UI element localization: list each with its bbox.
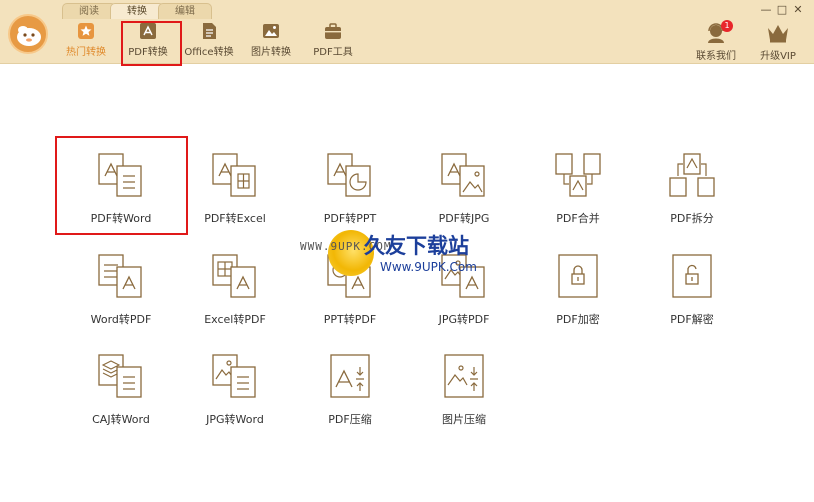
excel-to-pdf-icon (212, 254, 256, 298)
feature-label: PDF拆分 (670, 212, 714, 225)
feature-excel-to-pdf[interactable]: Excel转PDF (175, 253, 295, 327)
highlight-box (55, 136, 188, 235)
pdf-to-ppt-icon (327, 153, 371, 197)
caj-to-word-icon (98, 354, 142, 398)
upgrade-vip-button[interactable]: 升级VIP (756, 22, 800, 62)
pdf-to-excel-icon (212, 153, 256, 197)
close-button[interactable]: ✕ (790, 3, 806, 16)
feature-pdf-to-ppt[interactable]: PDF转PPT (290, 152, 410, 226)
app-logo (8, 14, 48, 54)
feature-pdf-split[interactable]: PDF拆分 (632, 152, 752, 226)
jpg-to-word-icon (212, 354, 256, 398)
logo-mascot-icon (17, 26, 41, 46)
toolbar-label: Office转换 (184, 47, 234, 58)
feature-label: CAJ转Word (92, 413, 150, 426)
feature-pdf-merge[interactable]: PDF合并 (518, 152, 638, 226)
feature-pdf-to-jpg[interactable]: PDF转JPG (404, 152, 524, 226)
crown-icon (768, 25, 788, 43)
image-compress-icon (444, 354, 484, 398)
toolbar-office-convert[interactable]: Office转换 (179, 22, 239, 62)
feature-label: PPT转PDF (323, 313, 377, 326)
feature-label: PDF解密 (670, 313, 714, 326)
toolbar-pdf-tools[interactable]: PDF工具 (303, 22, 363, 62)
feature-label: PDF转Excel (204, 212, 266, 225)
split-icon (669, 153, 715, 197)
tab-edit[interactable]: 编辑 (158, 3, 212, 19)
feature-label: 图片压缩 (442, 413, 486, 426)
contact-us-button[interactable]: 1 联系我们 (694, 20, 738, 62)
watermark-url-right: Www.9UPK.Com (380, 260, 477, 274)
feature-label: PDF合并 (556, 212, 600, 225)
watermark: WWW.9UPK.COM 久友下载站 Www.9UPK.Com (300, 228, 510, 284)
star-icon (78, 23, 94, 39)
word-to-pdf-icon (98, 254, 142, 298)
feature-label: PDF转JPG (438, 212, 490, 225)
toolbar-hot-convert[interactable]: 热门转换 (56, 22, 116, 62)
feature-label: PDF压缩 (328, 413, 372, 426)
feature-label: JPG转Word (206, 413, 264, 426)
top-toolbar: 阅读 转换 编辑 热门转换 PDF转换 Office转换 图片转换 PDF工具 … (0, 0, 814, 66)
feature-label: JPG转PDF (438, 313, 490, 326)
feature-word-to-pdf[interactable]: Word转PDF (61, 253, 181, 327)
toolbar-image-convert[interactable]: 图片转换 (241, 22, 301, 62)
toolbar-label: PDF工具 (313, 47, 353, 58)
upgrade-vip-label: 升级VIP (760, 51, 796, 62)
contact-us-label: 联系我们 (696, 51, 736, 62)
maximize-button[interactable]: □ (774, 3, 790, 16)
toolbar-label: 热门转换 (66, 47, 106, 58)
app-window: 阅读 转换 编辑 热门转换 PDF转换 Office转换 图片转换 PDF工具 … (0, 0, 814, 502)
unlock-icon (672, 254, 712, 298)
feature-pdf-to-excel[interactable]: PDF转Excel (175, 152, 295, 226)
feature-label: PDF转PPT (323, 212, 377, 225)
compress-icon (330, 354, 370, 398)
minimize-button[interactable]: — (758, 3, 774, 16)
toolbox-icon (325, 23, 341, 39)
watermark-brand: 久友下载站 (364, 234, 469, 258)
toolbar-label: 图片转换 (251, 47, 291, 58)
merge-icon (555, 153, 601, 197)
tab-convert[interactable]: 转换 (110, 3, 164, 19)
window-controls: — □ ✕ (758, 3, 806, 16)
document-icon (203, 23, 216, 39)
pdf-to-jpg-icon (441, 153, 485, 197)
feature-caj-to-word[interactable]: CAJ转Word (61, 353, 181, 427)
feature-label: PDF加密 (556, 313, 600, 326)
highlight-box (121, 21, 182, 66)
feature-pdf-decrypt[interactable]: PDF解密 (632, 253, 752, 327)
lock-icon (558, 254, 598, 298)
feature-label: Word转PDF (90, 313, 152, 326)
notification-badge: 1 (721, 20, 733, 32)
tab-read[interactable]: 阅读 (62, 3, 116, 19)
image-icon (263, 24, 279, 38)
feature-label: Excel转PDF (204, 313, 266, 326)
feature-jpg-to-word[interactable]: JPG转Word (175, 353, 295, 427)
feature-pdf-encrypt[interactable]: PDF加密 (518, 253, 638, 327)
feature-image-compress[interactable]: 图片压缩 (404, 353, 524, 427)
feature-pdf-compress[interactable]: PDF压缩 (290, 353, 410, 427)
